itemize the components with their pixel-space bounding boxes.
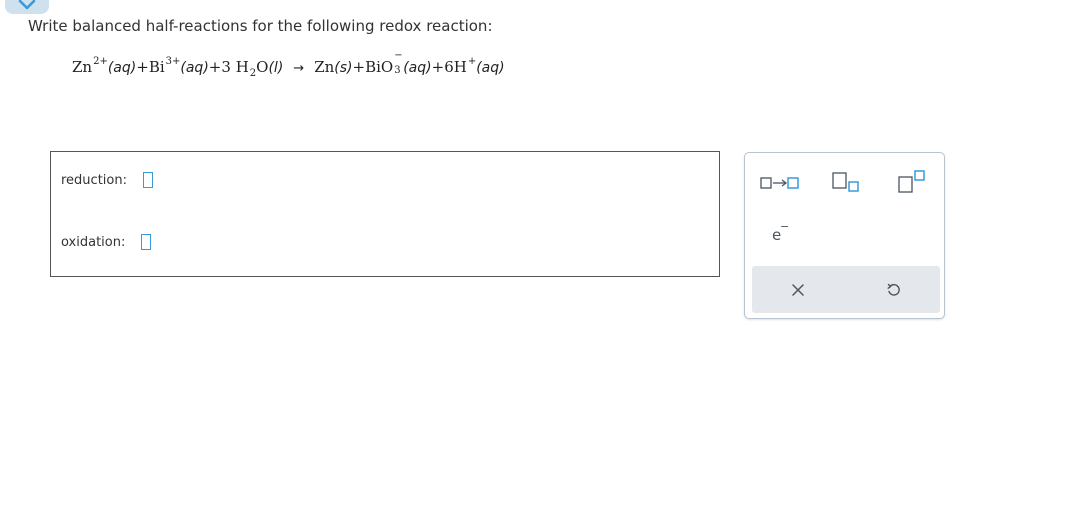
species-bi-ion: Bi3+(aq) — [148, 56, 209, 76]
species-zn-ion: Zn2+(aq) — [72, 56, 137, 76]
oxidation-label: oxidation: — [61, 234, 126, 250]
question-prompt: Write balanced half-reactions for the fo… — [28, 17, 493, 35]
subscript-template-icon — [832, 172, 859, 192]
electron-icon: e − — [772, 221, 789, 244]
reaction-arrow-template-icon — [760, 177, 799, 189]
plus-sign: + — [208, 58, 222, 76]
undo-icon — [887, 283, 900, 296]
reaction-arrow-template-button[interactable] — [759, 173, 803, 193]
clear-button[interactable] — [786, 278, 810, 302]
reaction-arrow: → — [293, 61, 305, 76]
plus-sign: + — [431, 58, 445, 76]
subscript-template-button[interactable] — [829, 169, 863, 195]
electron-button[interactable]: e − — [767, 221, 791, 245]
chevron-down-icon — [18, 0, 36, 10]
tool-panel: e − — [744, 152, 945, 319]
species-water: 3 H2O(l) — [221, 58, 284, 79]
superscript-template-icon — [898, 170, 925, 193]
expand-tab[interactable] — [5, 0, 49, 14]
oxidation-input[interactable] — [141, 234, 152, 250]
reduction-input[interactable] — [142, 172, 153, 188]
reduction-label: reduction: — [61, 172, 127, 188]
action-bar — [752, 266, 940, 313]
redox-equation: Zn2+(aq)+Bi3+(aq)+3 H2O(l) → Zn(s)+BiO −3 (a… — [72, 50, 505, 79]
clear-icon — [792, 284, 804, 296]
species-hydrogen-ion: 6H+(aq) — [444, 56, 505, 76]
species-bismuthate: BiO −3 (aq) — [365, 50, 432, 76]
species-zn-metal: Zn(s) — [314, 58, 353, 76]
page: Write balanced half-reactions for the fo… — [0, 0, 1088, 509]
superscript-template-button[interactable] — [895, 167, 929, 195]
plus-sign: + — [136, 58, 149, 76]
undo-button[interactable] — [882, 278, 906, 302]
oxidation-row: oxidation: — [61, 234, 152, 250]
reduction-row: reduction: — [61, 172, 153, 188]
electron-charge: − — [780, 221, 789, 233]
answer-box: reduction: oxidation: — [50, 151, 720, 277]
plus-sign: + — [352, 58, 366, 76]
